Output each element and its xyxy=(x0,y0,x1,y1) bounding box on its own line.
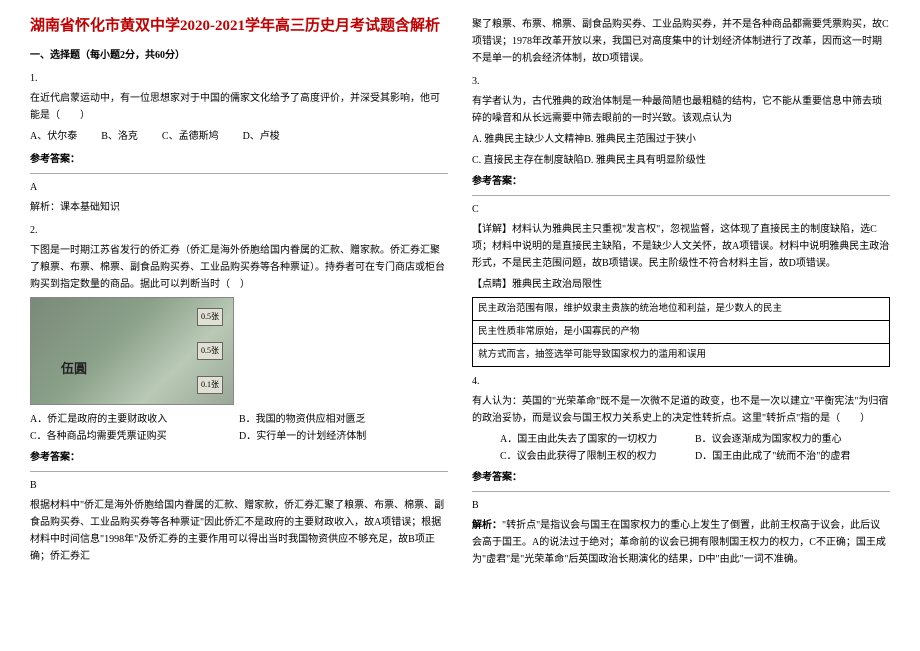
answer-label: 参考答案： xyxy=(472,173,890,190)
section-heading: 一、选择题（每小题2分，共60分） xyxy=(30,47,448,64)
right-column: 聚了粮票、布票、棉票、副食品购买券、工业品购买券，并不是各种商品都需要凭票购买，… xyxy=(460,16,902,635)
ticket-label-1: 0.5张 xyxy=(197,308,223,326)
q4-explain: 解析："转折点"是指议会与国王在国家权力的重心上发生了倒置，此前王权高于议会，此… xyxy=(472,517,890,568)
q4-explain-text: "转折点"是指议会与国王在国家权力的重心上发生了倒置，此前王权高于议会，此后议会… xyxy=(472,520,886,565)
answer-label: 参考答案： xyxy=(472,469,890,486)
q3-text: 有学者认为，古代雅典的政治体制是一种最简陋也最粗糙的结构，它不能从重要信息中筛去… xyxy=(472,93,890,127)
q4-number: 4. xyxy=(472,373,890,390)
answer-label: 参考答案： xyxy=(30,151,448,168)
q4-options: A．国王由此失去了国家的一切权力 B．议会逐渐成为国家权力的重心 C．议会由此获… xyxy=(472,431,890,465)
divider xyxy=(472,195,890,196)
left-column: 湖南省怀化市黄双中学2020-2021学年高三历史月考试题含解析 一、选择题（每… xyxy=(18,16,460,635)
q1-opt-a: A、伏尔泰 xyxy=(30,128,77,145)
q1-opt-d: D、卢梭 xyxy=(243,128,280,145)
divider xyxy=(30,471,448,472)
q3-opts-cd: C. 直接民主存在制度缺陷D. 雅典民主具有明显阶级性 xyxy=(472,152,890,169)
q1-number: 1. xyxy=(30,70,448,87)
q4-opt-b: B．议会逐渐成为国家权力的重心 xyxy=(695,431,890,448)
q2-answer: B xyxy=(30,477,448,494)
q1-text: 在近代启蒙运动中，有一位思想家对于中国的儒家文化给予了高度评价，并深受其影响，他… xyxy=(30,90,448,124)
q4-opt-d: D．国王由此成了"统而不治"的虚君 xyxy=(695,448,890,465)
q4-opt-c: C．议会由此获得了限制王权的权力 xyxy=(500,448,695,465)
q2-opt-d: D．实行单一的计划经济体制 xyxy=(239,428,448,445)
ticket-label-3: 0.1张 xyxy=(197,376,223,394)
q3-explain-1: 【详解】材料认为雅典民主只重视"发言权"，忽视监督，这体现了直接民主的制度缺陷，… xyxy=(472,221,890,272)
q1-answer: A xyxy=(30,179,448,196)
q1-opt-c: C、孟德斯鸠 xyxy=(162,128,219,145)
q1-explain: 解析：课本基础知识 xyxy=(30,199,448,216)
q4-text: 有人认为：英国的"光荣革命"既不是一次微不足道的政变，也不是一次以建立"平衡宪法… xyxy=(472,393,890,427)
q2-opt-c: C．各种商品均需要凭票证购买 xyxy=(30,428,239,445)
q2-options: A．侨汇是政府的主要财政收入 B．我国的物资供应相对匮乏 C．各种商品均需要凭票… xyxy=(30,411,448,445)
table-row: 民主政治范围有限，维护奴隶主贵族的统治地位和利益，是少数人的民主 xyxy=(473,298,890,321)
ticket-label-2: 0.5张 xyxy=(197,342,223,360)
table-row: 民主性质非常原始，是小国寡民的产物 xyxy=(473,321,890,344)
q3-answer: C xyxy=(472,201,890,218)
q2-explain: 根据材料中"侨汇是海外侨胞给国内眷属的汇款、赠家款，侨汇券汇聚了粮票、布票、棉票… xyxy=(30,497,448,565)
q1-opt-b: B、洛克 xyxy=(101,128,138,145)
q4-answer: B xyxy=(472,497,890,514)
table-row: 就方式而言，抽签选举可能导致国家权力的滥用和误用 xyxy=(473,344,890,367)
q2-opt-a: A．侨汇是政府的主要财政收入 xyxy=(30,411,239,428)
q3-number: 3. xyxy=(472,73,890,90)
q2-text: 下图是一时期江苏省发行的侨汇券（侨汇是海外侨胞给国内眷属的汇款、赠家款。侨汇券汇… xyxy=(30,242,448,293)
page-title: 湖南省怀化市黄双中学2020-2021学年高三历史月考试题含解析 xyxy=(30,16,448,37)
q2-opt-b: B．我国的物资供应相对匮乏 xyxy=(239,411,448,428)
q2-number: 2. xyxy=(30,222,448,239)
limits-table: 民主政治范围有限，维护奴隶主贵族的统治地位和利益，是少数人的民主 民主性质非常原… xyxy=(472,297,890,367)
q2-explain-cont: 聚了粮票、布票、棉票、副食品购买券、工业品购买券，并不是各种商品都需要凭票购买，… xyxy=(472,16,890,67)
coupon-image: 伍圓 0.5张 0.5张 0.1张 xyxy=(30,297,234,405)
divider xyxy=(30,173,448,174)
answer-label: 参考答案： xyxy=(30,449,448,466)
divider xyxy=(472,491,890,492)
q4-opt-a: A．国王由此失去了国家的一切权力 xyxy=(500,431,695,448)
explain-label: 解析： xyxy=(472,520,502,531)
q3-explain-2: 【点睛】雅典民主政治局限性 xyxy=(472,276,890,293)
q3-opts-ab: A. 雅典民主缺少人文精神B. 雅典民主范围过于狭小 xyxy=(472,131,890,148)
q1-options: A、伏尔泰 B、洛克 C、孟德斯鸠 D、卢梭 xyxy=(30,128,448,145)
coupon-value: 伍圓 xyxy=(61,358,87,380)
